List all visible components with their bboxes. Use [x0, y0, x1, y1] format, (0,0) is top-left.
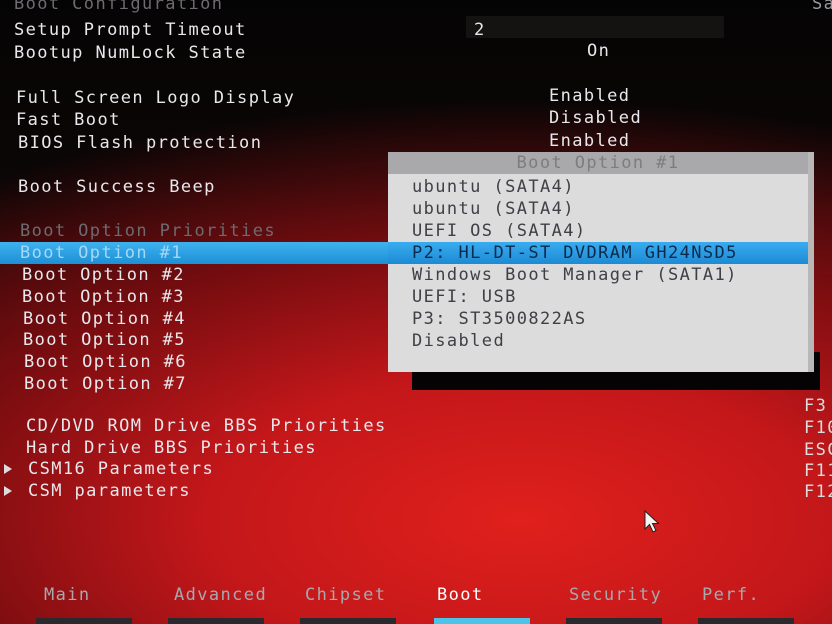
tab-perf[interactable]: Perf.	[702, 585, 760, 605]
tab-marker-main	[36, 618, 132, 624]
boot-option-7[interactable]: Boot Option #7	[24, 374, 187, 394]
tab-main[interactable]: Main	[44, 585, 91, 605]
mouse-cursor-icon	[644, 510, 660, 533]
csm-parameters-link[interactable]: CSM parameters	[28, 481, 191, 501]
boot-option-3[interactable]: Boot Option #3	[22, 287, 185, 307]
setting-bios-flash-protection-value[interactable]: Enabled	[549, 131, 630, 151]
popup-option-disabled[interactable]: Disabled	[412, 330, 505, 352]
tab-marker-chipset	[300, 618, 396, 624]
tab-marker-boot	[434, 618, 530, 624]
cd-dvd-bbs-priorities-link[interactable]: CD/DVD ROM Drive BBS Priorities	[26, 416, 387, 436]
boot-option-5[interactable]: Boot Option #5	[23, 330, 186, 350]
tab-boot[interactable]: Boot	[437, 585, 484, 605]
fkey-f10: F10	[804, 418, 832, 438]
boot-option-2[interactable]: Boot Option #2	[22, 265, 185, 285]
submenu-arrow-icon	[4, 486, 12, 496]
setting-bootup-numlock-state-value[interactable]: On	[587, 41, 610, 61]
popup-option-uefi-usb[interactable]: UEFI: USB	[412, 286, 517, 308]
popup-option-st3500822as[interactable]: P3: ST3500822AS	[412, 308, 587, 330]
tab-security[interactable]: Security	[569, 585, 662, 605]
popup-title: Boot Option #1	[388, 152, 808, 174]
fkey-f12: F12	[804, 482, 832, 502]
csm16-parameters-link[interactable]: CSM16 Parameters	[28, 459, 214, 479]
boot-option-priorities-heading: Boot Option Priorities	[20, 221, 276, 241]
boot-option-6[interactable]: Boot Option #6	[24, 352, 187, 372]
top-right-label: Sa	[812, 0, 832, 14]
setting-boot-success-beep[interactable]: Boot Success Beep	[18, 177, 216, 197]
popup-option-ubuntu-2[interactable]: ubuntu (SATA4)	[412, 198, 575, 220]
setting-setup-prompt-timeout-value[interactable]: 2	[474, 20, 486, 40]
fkey-esc: ESC	[804, 440, 832, 460]
popup-option-windows-boot-manager[interactable]: Windows Boot Manager (SATA1)	[412, 264, 738, 286]
boot-option-popup: Boot Option #1 ubuntu (SATA4) ubuntu (SA…	[388, 152, 814, 372]
setting-bios-flash-protection[interactable]: BIOS Flash protection	[18, 133, 262, 153]
fkey-f3: F3	[804, 396, 828, 416]
hard-drive-bbs-priorities-link[interactable]: Hard Drive BBS Priorities	[26, 438, 317, 458]
setting-bootup-numlock-state[interactable]: Bootup NumLock State	[14, 43, 247, 63]
fkey-f11: F11	[804, 461, 832, 481]
boot-option-4[interactable]: Boot Option #4	[23, 309, 186, 329]
section-title: Boot Configuration	[14, 0, 224, 14]
setting-fast-boot-value[interactable]: Disabled	[549, 108, 642, 128]
popup-option-ubuntu-1[interactable]: ubuntu (SATA4)	[412, 176, 575, 198]
setting-full-screen-logo[interactable]: Full Screen Logo Display	[16, 88, 295, 108]
tab-advanced[interactable]: Advanced	[174, 585, 267, 605]
boot-option-1-row[interactable]: Boot Option #1	[0, 242, 392, 264]
boot-option-1-label: Boot Option #1	[20, 243, 183, 263]
timeout-value-box[interactable]	[466, 16, 724, 38]
tab-marker-perf	[698, 618, 794, 624]
tab-marker-advanced	[168, 618, 264, 624]
tab-marker-security	[566, 618, 662, 624]
popup-option-dvdram[interactable]: P2: HL-DT-ST DVDRAM GH24NSD5	[388, 242, 808, 264]
setting-fast-boot[interactable]: Fast Boot	[16, 110, 121, 130]
setting-setup-prompt-timeout[interactable]: Setup Prompt Timeout	[14, 20, 247, 40]
submenu-arrow-icon	[4, 464, 12, 474]
setting-full-screen-logo-value[interactable]: Enabled	[549, 86, 630, 106]
tab-chipset[interactable]: Chipset	[305, 585, 386, 605]
popup-option-uefi-os[interactable]: UEFI OS (SATA4)	[412, 220, 587, 242]
